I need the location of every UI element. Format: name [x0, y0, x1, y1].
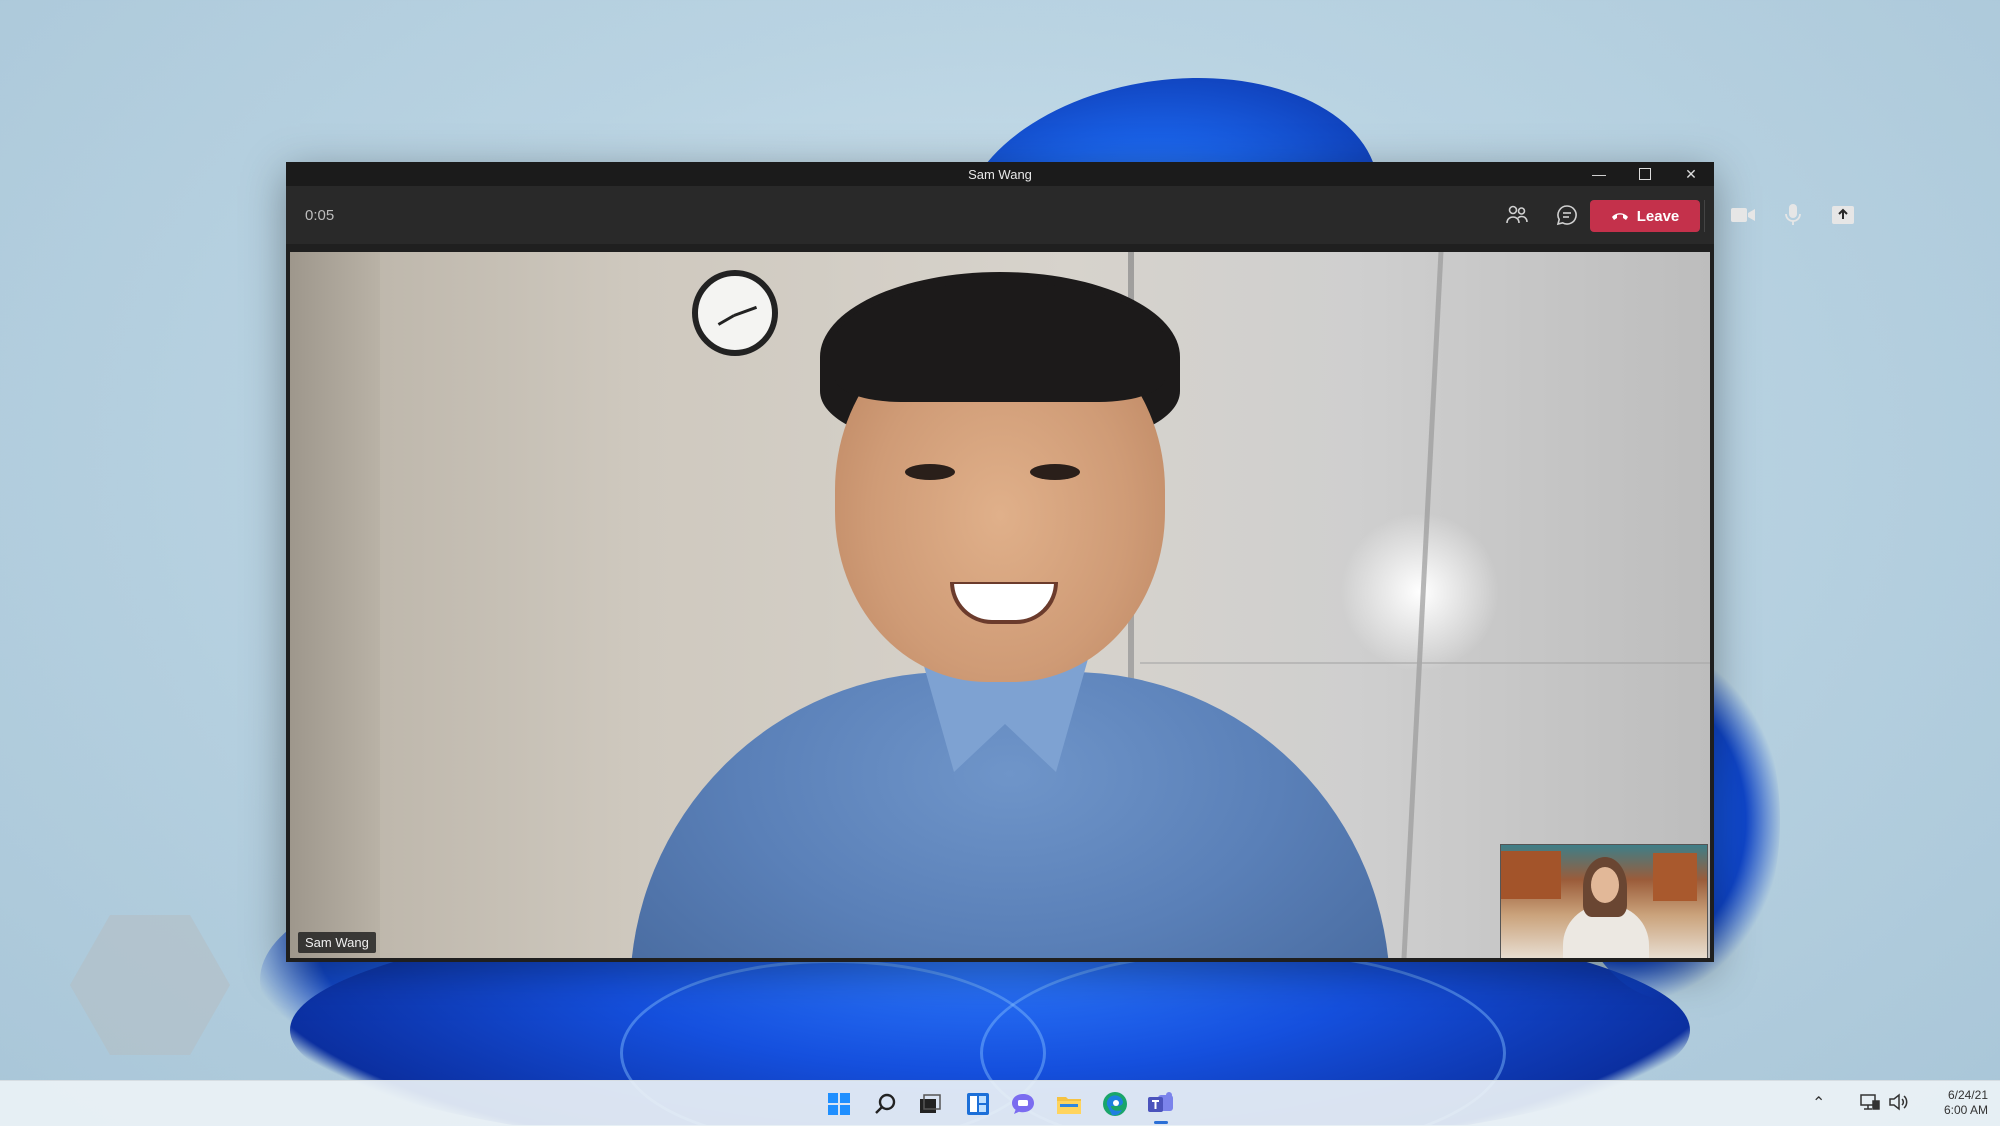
start-icon: [828, 1093, 850, 1115]
self-view-thumbnail[interactable]: [1500, 844, 1708, 958]
camera-toggle-button[interactable]: [1726, 200, 1760, 230]
wall-clock: [692, 270, 778, 356]
phone-hangup-icon: [1611, 213, 1628, 220]
network-status-button[interactable]: [1860, 1093, 1880, 1116]
teams-icon: [1148, 1092, 1173, 1112]
maximize-button[interactable]: [1622, 162, 1668, 186]
main-video-feed: Sam Wang: [290, 252, 1710, 958]
widgets-button[interactable]: [963, 1089, 993, 1119]
file-explorer-button[interactable]: [1054, 1089, 1084, 1119]
teams-app-button[interactable]: [1146, 1089, 1176, 1119]
file-explorer-icon: [1057, 1097, 1081, 1114]
network-icon: [1860, 1094, 1880, 1110]
edge-browser-button[interactable]: [1100, 1089, 1130, 1119]
taskbar: ⌃ 6/24/21 6:00 AM: [0, 1080, 2000, 1126]
widgets-icon: [967, 1093, 989, 1115]
volume-button[interactable]: [1888, 1093, 1908, 1116]
show-hidden-icons-button[interactable]: ⌃: [1812, 1093, 1825, 1113]
leave-button[interactable]: Leave: [1590, 200, 1700, 232]
maximize-icon: [1639, 168, 1651, 180]
call-toolbar: 0:05 ⋯: [286, 186, 1854, 244]
toolbar-divider: [1704, 200, 1705, 232]
chat-button[interactable]: [1550, 200, 1584, 230]
participants-button[interactable]: [1500, 200, 1534, 230]
system-clock[interactable]: 6/24/21 6:00 AM: [1936, 1088, 1988, 1118]
microphone-toggle-button[interactable]: [1776, 200, 1810, 230]
chevron-up-icon: ⌃: [1812, 1095, 1826, 1112]
share-screen-button[interactable]: [1826, 200, 1860, 230]
active-app-indicator: [1154, 1121, 1168, 1124]
call-timer: 0:05: [305, 207, 335, 224]
system-date: 6/24/21: [1947, 1088, 1988, 1102]
task-view-button[interactable]: [915, 1089, 945, 1119]
start-button[interactable]: [824, 1089, 854, 1119]
edge-icon: [1103, 1092, 1127, 1116]
title-bar: Sam Wang — ✕: [286, 162, 1714, 186]
participant-name-tag: Sam Wang: [298, 932, 376, 953]
search-icon: [875, 1093, 896, 1114]
close-button[interactable]: ✕: [1668, 162, 1714, 186]
people-icon: [1506, 205, 1528, 224]
chat-app-button[interactable]: [1008, 1089, 1038, 1119]
task-view-icon: [920, 1094, 941, 1113]
window-title: Sam Wang: [968, 167, 1032, 182]
speaker-icon: [1889, 1093, 1908, 1111]
share-icon: [1832, 206, 1854, 224]
system-time: 6:00 AM: [1943, 1103, 1988, 1117]
search-button[interactable]: [870, 1089, 900, 1119]
chat-icon: [1556, 205, 1577, 226]
leave-label: Leave: [1636, 207, 1680, 225]
camera-icon: [1731, 208, 1755, 222]
teams-call-window: Sam Wang — ✕ 0:05 ⋯: [286, 162, 1854, 962]
minimize-button[interactable]: —: [1576, 162, 1622, 186]
microphone-icon: [1785, 204, 1801, 225]
chat-icon: [1012, 1094, 1034, 1114]
